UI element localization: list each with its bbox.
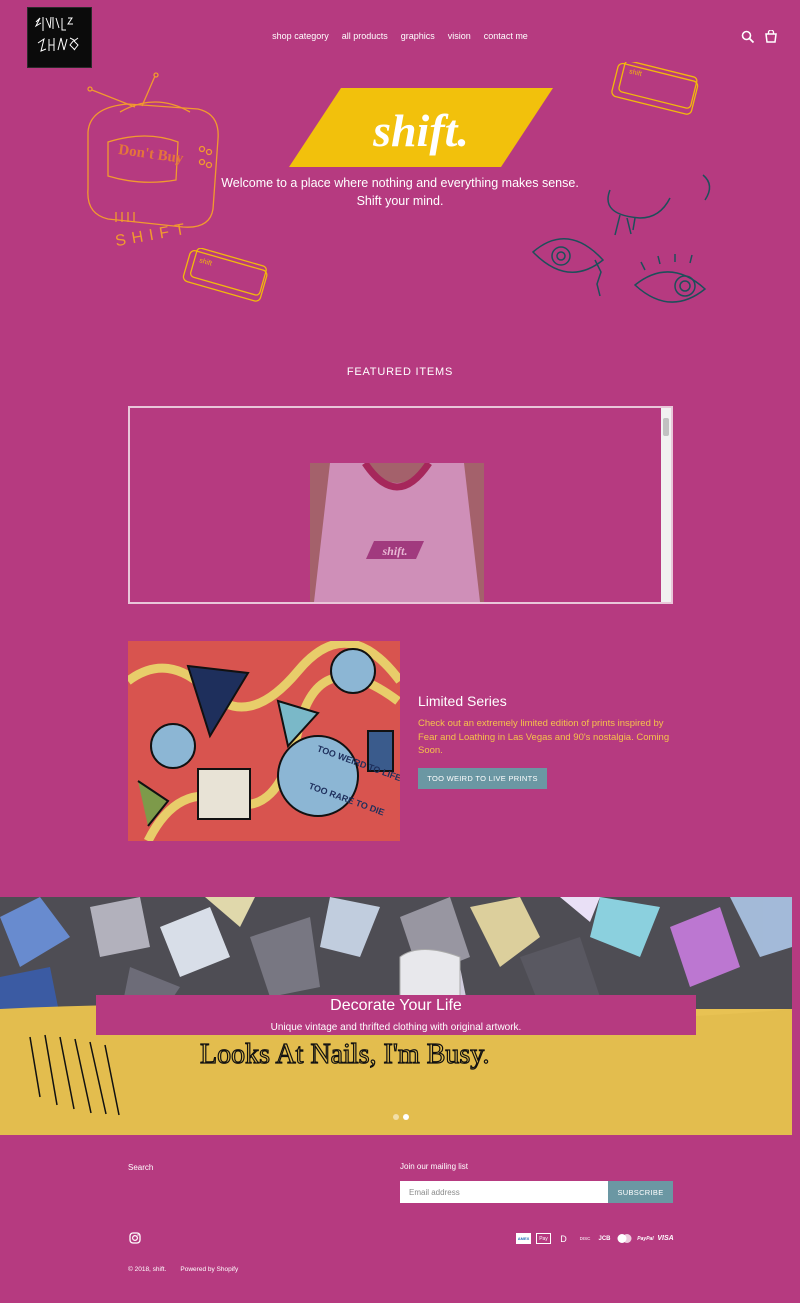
- jcb-icon: JCB: [598, 1235, 611, 1242]
- too-weird-prints-button[interactable]: TOO WEIRD TO LIVE PRINTS: [418, 768, 547, 789]
- nav-contact-me[interactable]: contact me: [484, 31, 528, 41]
- slide-dot-2[interactable]: [403, 1114, 409, 1120]
- svg-text:SHIFT: SHIFT: [114, 220, 192, 250]
- nav-all-products[interactable]: all products: [342, 31, 388, 41]
- featured-title: FEATURED ITEMS: [346, 366, 454, 378]
- powered-by-link[interactable]: Powered by Shopify: [180, 1266, 238, 1273]
- subscribe-button[interactable]: SUBSCRIBE: [608, 1181, 673, 1203]
- mailing-list-title: Join our mailing list: [400, 1162, 469, 1171]
- featured-frame[interactable]: shift.: [128, 406, 673, 604]
- hero-tagline-1: Welcome to a place where nothing and eve…: [221, 176, 579, 190]
- shift-banner: shift.: [289, 88, 553, 167]
- featured-scrollbar[interactable]: [661, 408, 671, 602]
- nav-vision[interactable]: vision: [448, 31, 471, 41]
- tv-doodle: Don't Buy SHIFT: [87, 72, 219, 250]
- copyright-text: © 2018, shift.: [128, 1266, 167, 1273]
- footer-copyright: © 2018, shift. Powered by Shopify: [128, 1266, 238, 1273]
- mastercard-circles-icon: [617, 1234, 632, 1243]
- svg-text:Don't Buy: Don't Buy: [117, 142, 185, 167]
- discover-icon: DISC: [579, 1236, 591, 1241]
- slideshow-subtitle: Unique vintage and thrifted clothing wit…: [270, 1022, 522, 1033]
- main-nav: shop category all products graphics visi…: [0, 31, 800, 41]
- key-doodle-right: shift: [611, 62, 699, 115]
- svg-text:shift: shift: [198, 257, 212, 267]
- nav-graphics[interactable]: graphics: [401, 31, 435, 41]
- svg-text:shift.: shift.: [381, 544, 407, 558]
- product-image-shirt[interactable]: shift.: [310, 463, 484, 602]
- svg-text:shift.: shift.: [372, 105, 469, 156]
- limited-series-artwork[interactable]: TOO WEIRD TO LIFE TOO RARE TO DIE: [128, 641, 400, 841]
- search-icon[interactable]: [741, 30, 755, 44]
- footer-search-link[interactable]: Search: [128, 1163, 153, 1172]
- instagram-icon[interactable]: [129, 1232, 141, 1244]
- hero-tagline-2: Shift your mind.: [356, 194, 444, 208]
- diners-icon: D: [560, 1233, 567, 1244]
- mastercard-icon: [616, 1233, 633, 1244]
- cart-icon[interactable]: [764, 30, 778, 44]
- slide-dot-1[interactable]: [393, 1114, 399, 1120]
- paypal-icon: PayPal: [637, 1235, 654, 1242]
- slideshow-title: Decorate Your Life: [330, 997, 462, 1014]
- key-doodle-left: shift: [182, 248, 268, 302]
- nav-shop-category[interactable]: shop category: [272, 31, 329, 41]
- svg-text:Looks At Nails, I'm Busy.: Looks At Nails, I'm Busy.: [200, 1039, 489, 1070]
- limited-series-description: Check out an extremely limited edition o…: [418, 718, 670, 756]
- limited-series-title: Limited Series: [418, 693, 507, 709]
- svg-text:shift: shift: [628, 68, 642, 78]
- visa-icon: VISA: [657, 1235, 674, 1242]
- amex-icon: AMEX: [516, 1233, 531, 1244]
- email-field[interactable]: [400, 1181, 608, 1203]
- apple-pay-icon: Pay: [536, 1233, 551, 1244]
